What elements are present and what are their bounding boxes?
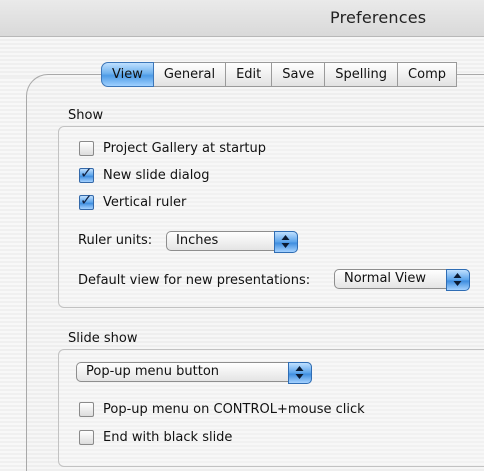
new-slide-dialog-checkbox-row[interactable]: ✓ New slide dialog (79, 164, 210, 184)
end-with-black-slide-checkbox-row[interactable]: End with black slide (79, 428, 232, 446)
ruler-units-popup[interactable]: Inches (166, 231, 298, 253)
popup-menu-control-click-checkbox[interactable] (79, 401, 94, 417)
checkmark-icon: ✓ (80, 190, 93, 209)
new-slide-dialog-label: New slide dialog (103, 167, 210, 183)
ruler-units-label: Ruler units: (78, 233, 153, 248)
slide-show-popup[interactable]: Pop-up menu button (76, 362, 312, 384)
vertical-ruler-label: Vertical ruler (103, 194, 187, 210)
window-title: Preferences (330, 8, 427, 27)
popup-menu-control-click-label: Pop-up menu on CONTROL+mouse click (103, 401, 365, 417)
tab-compatibility[interactable]: Comp (398, 62, 457, 87)
show-group-label: Show (68, 108, 104, 123)
default-view-value: Normal View (344, 271, 427, 286)
updown-arrows-icon (288, 362, 312, 384)
new-slide-dialog-checkbox[interactable]: ✓ (79, 164, 94, 183)
project-gallery-label: Project Gallery at startup (103, 140, 267, 156)
tab-save[interactable]: Save (272, 62, 326, 87)
default-view-popup[interactable]: Normal View (334, 269, 470, 291)
updown-arrows-icon (274, 231, 298, 253)
slide-show-popup-value: Pop-up menu button (86, 364, 220, 379)
end-with-black-slide-label: End with black slide (103, 429, 233, 445)
tab-bar: View General Edit Save Spelling Comp (101, 62, 457, 87)
popup-menu-control-click-checkbox-row[interactable]: Pop-up menu on CONTROL+mouse click (79, 400, 365, 418)
tab-view[interactable]: View (101, 62, 154, 87)
ruler-units-value: Inches (176, 233, 219, 248)
vertical-ruler-checkbox-row[interactable]: ✓ Vertical ruler (79, 191, 187, 211)
tab-spelling[interactable]: Spelling (325, 62, 399, 87)
slide-show-group-label: Slide show (68, 331, 138, 346)
project-gallery-checkbox-row[interactable]: Project Gallery at startup (79, 139, 266, 157)
tab-general[interactable]: General (153, 62, 227, 87)
default-view-label: Default view for new presentations: (78, 273, 311, 288)
vertical-ruler-checkbox[interactable]: ✓ (79, 191, 94, 210)
updown-arrows-icon (446, 269, 470, 291)
title-bar: Preferences (0, 0, 484, 37)
checkmark-icon: ✓ (80, 163, 93, 182)
tab-edit[interactable]: Edit (226, 62, 273, 87)
end-with-black-slide-checkbox[interactable] (79, 429, 94, 445)
project-gallery-checkbox[interactable] (79, 140, 94, 156)
